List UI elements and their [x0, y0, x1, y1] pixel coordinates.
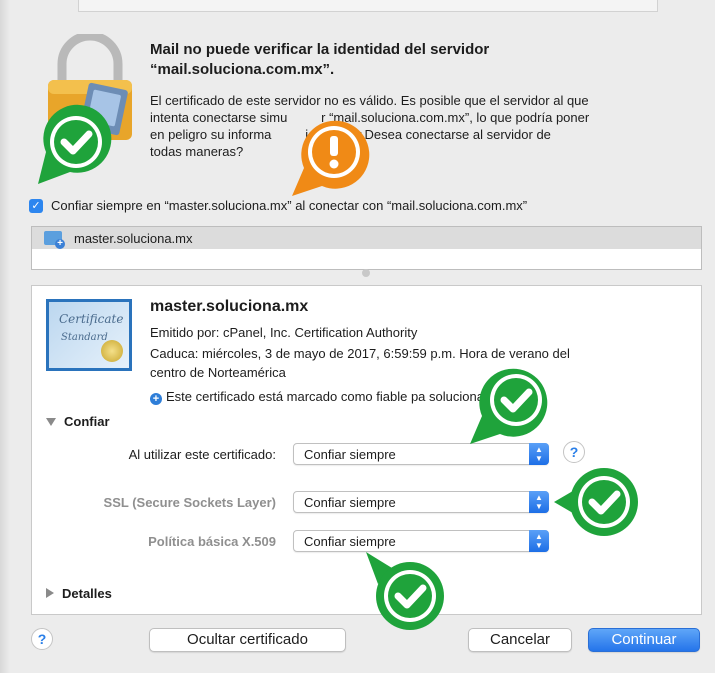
list-item-label: master.soluciona.mx — [74, 231, 193, 246]
popup-value: Confiar siempre — [304, 534, 396, 549]
dialog-title: Mail no puede verificar la identidad del… — [150, 40, 690, 80]
list-item[interactable]: master.soluciona.mx — [32, 227, 701, 249]
popup-arrows-icon: ▲ ▼ — [529, 443, 549, 465]
trust-row-label: Política básica X.509 — [148, 534, 276, 549]
message-line: todas maneras? — [150, 144, 244, 159]
popup-arrows-icon: ▲ ▼ — [529, 530, 549, 552]
certificate-small-icon — [44, 231, 65, 249]
dialog-help-button[interactable]: ? — [31, 628, 53, 650]
trust-help-button[interactable]: ? — [563, 441, 585, 463]
plus-circle-icon: + — [150, 393, 162, 405]
trust-popup-ssl[interactable]: Confiar siempre ▲ ▼ — [293, 491, 549, 513]
dialog-title-line2: “mail.soluciona.com.mx”. — [150, 61, 335, 78]
message-line: El certificado de este servidor no es vá… — [150, 93, 589, 108]
window-titlebar — [78, 0, 658, 12]
hide-certificate-button[interactable]: Ocultar certificado — [149, 628, 346, 652]
disclosure-triangle-icon — [46, 588, 54, 598]
dialog-message: El certificado de este servidor no es vá… — [150, 92, 695, 160]
split-view-handle[interactable] — [362, 269, 370, 277]
details-disclosure[interactable]: Detalles — [46, 586, 112, 601]
trust-heading: Confiar — [64, 414, 110, 429]
expiration: Caduca: miércoles, 3 de mayo de 2017, 6:… — [150, 344, 670, 382]
trust-row-label: Al utilizar este certificado: — [128, 447, 276, 462]
always-trust-row[interactable]: ✓ Confiar siempre en “master.soluciona.m… — [29, 197, 699, 217]
trust-row-label: SSL (Secure Sockets Layer) — [103, 495, 276, 510]
popup-arrows-icon: ▲ ▼ — [529, 491, 549, 513]
seal-icon — [101, 340, 123, 362]
window-edge — [0, 0, 10, 673]
expiration-line1: Caduca: miércoles, 3 de mayo de 2017, 6:… — [150, 346, 570, 361]
certificate-icon: Certificate Standard — [46, 299, 132, 371]
disclosure-triangle-icon — [46, 418, 56, 426]
green-check-badge-icon — [366, 552, 444, 630]
message-line: en peligro su informa idencial. ¿Desea c… — [150, 127, 551, 142]
details-heading: Detalles — [62, 586, 112, 601]
certificate-name: master.soluciona.mx — [150, 298, 309, 315]
trust-disclosure[interactable]: Confiar — [46, 414, 110, 429]
green-check-badge-icon — [554, 468, 638, 536]
certificate-list[interactable]: master.soluciona.mx — [31, 226, 702, 270]
dialog-title-line1: Mail no puede verificar la identidad del… — [150, 41, 490, 58]
popup-value: Confiar siempre — [304, 495, 396, 510]
continue-button[interactable]: Continuar — [588, 628, 700, 652]
cancel-button[interactable]: Cancelar — [468, 628, 572, 652]
expiration-line2: centro de Norteamérica — [150, 365, 286, 380]
certificate-icon-line1: Certificate — [59, 312, 124, 326]
popup-value: Confiar siempre — [304, 447, 396, 462]
green-check-badge-icon — [470, 368, 548, 444]
message-line: intenta conectarse simu r “mail.solucion… — [150, 110, 590, 125]
green-check-badge-icon — [38, 104, 112, 184]
orange-exclamation-badge-icon — [292, 120, 370, 196]
always-trust-checkbox[interactable]: ✓ — [29, 199, 43, 213]
always-trust-label: Confiar siempre en “master.soluciona.mx”… — [51, 198, 528, 213]
certificate-icon-line2: Standard — [61, 332, 108, 343]
trust-popup-general[interactable]: Confiar siempre ▲ ▼ — [293, 443, 549, 465]
issued-by: Emitido por: cPanel, Inc. Certification … — [150, 325, 418, 340]
